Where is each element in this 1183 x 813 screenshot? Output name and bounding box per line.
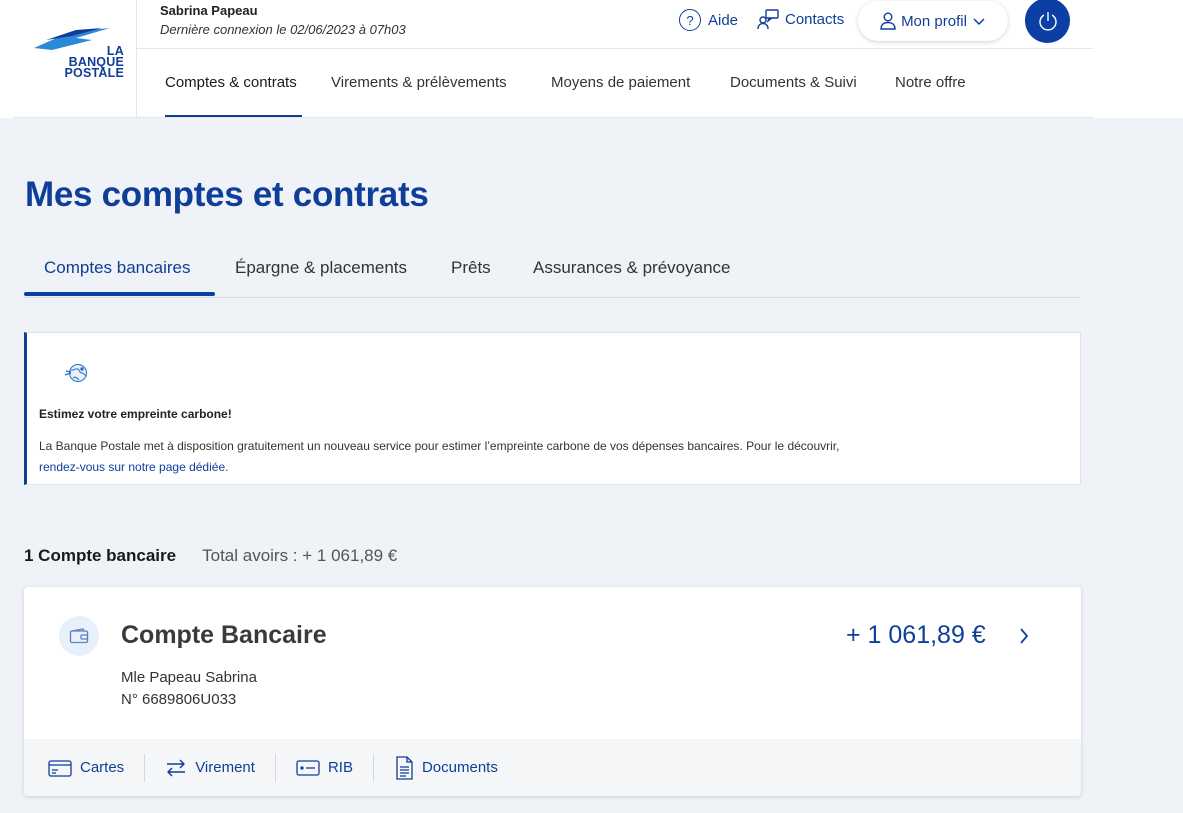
document-icon: [396, 755, 413, 780]
header-bottom-border: [14, 117, 1094, 118]
card-icon: [48, 759, 72, 777]
account-name[interactable]: Compte Bancaire: [121, 621, 327, 650]
action-divider: [144, 753, 146, 782]
transfer-arrows-icon: [167, 759, 186, 776]
virement-button[interactable]: Virement: [165, 754, 255, 782]
user-name: Sabrina Papeau: [160, 3, 258, 18]
wallet-icon-badge: [59, 616, 99, 656]
notice-link[interactable]: rendez-vous sur notre page dédiée.: [39, 460, 228, 474]
contacts-label: Contacts: [785, 10, 845, 28]
top-header: LA BANQUE POSTALE Sabrina Papeau Dernièr…: [0, 0, 1183, 118]
logo-area[interactable]: LA BANQUE POSTALE: [14, 0, 137, 118]
wallet-icon: [69, 628, 89, 644]
documents-label: Documents: [421, 759, 498, 776]
accounts-summary: 1 Compte bancaire Total avoirs : + 1 061…: [24, 546, 397, 566]
mon-profil-button[interactable]: Mon profil: [858, 1, 1008, 41]
tab-assurances-prevoyance[interactable]: Assurances & prévoyance: [533, 238, 731, 297]
documents-button[interactable]: Documents: [394, 754, 498, 782]
chevron-down-icon: [973, 18, 985, 26]
virement-label: Virement: [195, 759, 255, 776]
tab-prets[interactable]: Prêts: [451, 238, 491, 297]
rib-label: RIB: [327, 759, 353, 776]
account-card[interactable]: Compte Bancaire Mle Papeau Sabrina N° 66…: [24, 587, 1081, 796]
cartes-label: Cartes: [80, 759, 125, 776]
nav-comptes-contrats[interactable]: Comptes & contrats: [165, 48, 302, 117]
logout-button[interactable]: [1025, 0, 1070, 43]
rib-button[interactable]: RIB: [296, 754, 353, 782]
tab-comptes-bancaires[interactable]: Comptes bancaires: [44, 238, 190, 297]
aide-link[interactable]: ? Aide: [679, 9, 738, 31]
account-number: N° 6689806U033: [121, 691, 237, 708]
notice-body: La Banque Postale met à disposition grat…: [39, 436, 1039, 478]
account-type-tabs: Comptes bancaires Épargne & placements P…: [24, 238, 1081, 298]
account-balance: + 1 061,89 €: [846, 621, 986, 649]
user-icon: [880, 12, 896, 30]
accounts-count: 1 Compte bancaire: [24, 546, 177, 565]
question-icon: ?: [679, 9, 701, 31]
nav-documents-suivi[interactable]: Documents & Suivi: [701, 48, 866, 117]
rib-card-icon: [296, 759, 320, 776]
carbon-footprint-notice: Estimez votre empreinte carbone! La Banq…: [24, 332, 1081, 485]
mon-profil-label: Mon profil: [901, 12, 967, 30]
chevron-right-icon[interactable]: [1018, 626, 1030, 646]
account-holder: Mle Papeau Sabrina: [121, 669, 257, 686]
contacts-icon: [757, 9, 779, 30]
last-login-text: Dernière connexion le 02/06/2023 à 07h03: [160, 22, 406, 37]
cartes-button[interactable]: Cartes: [48, 754, 124, 782]
notice-title: Estimez votre empreinte carbone!: [39, 407, 232, 421]
logo-text: LA BANQUE POSTALE: [64, 44, 124, 80]
nav-virements-prelevements[interactable]: Virements & prélèvements: [302, 48, 522, 117]
account-actions-bar: Cartes Virement RIB Documents: [24, 739, 1081, 796]
page-title: Mes comptes et contrats: [25, 175, 429, 214]
main-navigation: Comptes & contrats Virements & prélèveme…: [165, 48, 1006, 118]
earth-carbon-icon: [64, 364, 87, 382]
aide-label: Aide: [708, 11, 739, 29]
nav-moyens-paiement[interactable]: Moyens de paiement: [522, 48, 701, 117]
power-icon: [1038, 11, 1057, 31]
active-tab-indicator: [24, 292, 215, 296]
tab-epargne-placements[interactable]: Épargne & placements: [235, 238, 407, 297]
action-divider: [274, 753, 276, 782]
total-avoirs: Total avoirs : + 1 061,89 €: [202, 546, 398, 565]
notice-text: La Banque Postale met à disposition grat…: [39, 439, 840, 453]
action-divider: [372, 753, 374, 782]
nav-notre-offre[interactable]: Notre offre: [866, 48, 1006, 117]
contacts-link[interactable]: Contacts: [757, 8, 844, 30]
